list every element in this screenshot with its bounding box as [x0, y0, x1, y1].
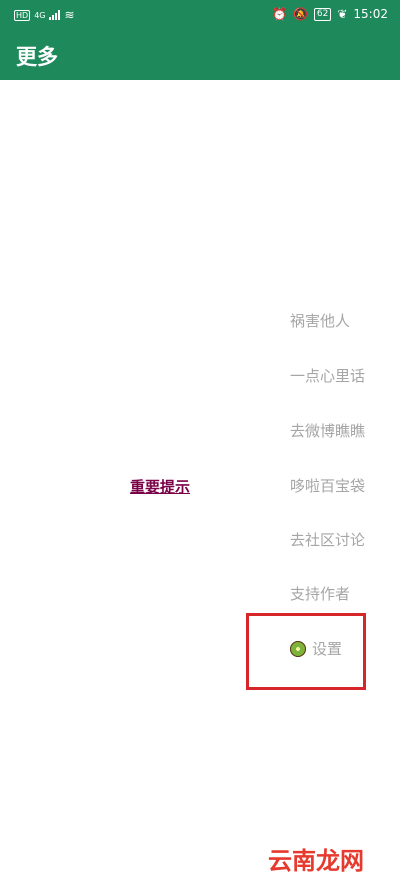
alarm-icon: ⏰ — [271, 7, 287, 21]
menu-item-5[interactable]: 去社区讨论 — [290, 529, 365, 550]
menu-item-4[interactable]: 哆啦百宝袋 — [290, 475, 365, 496]
watermark: 云南龙网 — [268, 847, 364, 875]
clock: 15:02 — [353, 7, 388, 21]
page-title: 更多 — [16, 45, 58, 69]
mute-icon: 🔕 — [292, 7, 308, 21]
menu-item-2[interactable]: 一点心里话 — [290, 365, 365, 386]
battery-indicator: 62 — [313, 7, 332, 21]
menu-item-1[interactable]: 祸害他人 — [290, 310, 350, 331]
network-type: 4G — [34, 10, 46, 20]
app-bar: 更多 — [0, 30, 400, 80]
signal-icon — [49, 10, 61, 20]
settings-highlight-box — [246, 613, 366, 690]
important-notice-link[interactable]: 重要提示 — [130, 476, 190, 497]
status-bar: HD 4G ≋ ⏰ 🔕 62 ❦ 15:02 — [0, 0, 400, 30]
status-left: HD 4G ≋ — [14, 8, 75, 22]
wifi-icon: ≋ — [64, 8, 75, 22]
status-right: ⏰ 🔕 62 ❦ 15:02 — [272, 7, 388, 21]
hd-badge: HD — [14, 9, 31, 21]
leaf-icon: ❦ — [337, 7, 348, 21]
menu-item-3[interactable]: 去微博瞧瞧 — [290, 420, 365, 441]
main-content: 重要提示 祸害他人 一点心里话 去微博瞧瞧 哆啦百宝袋 去社区讨论 支持作者 设… — [0, 80, 400, 888]
menu-item-6[interactable]: 支持作者 — [290, 583, 350, 604]
